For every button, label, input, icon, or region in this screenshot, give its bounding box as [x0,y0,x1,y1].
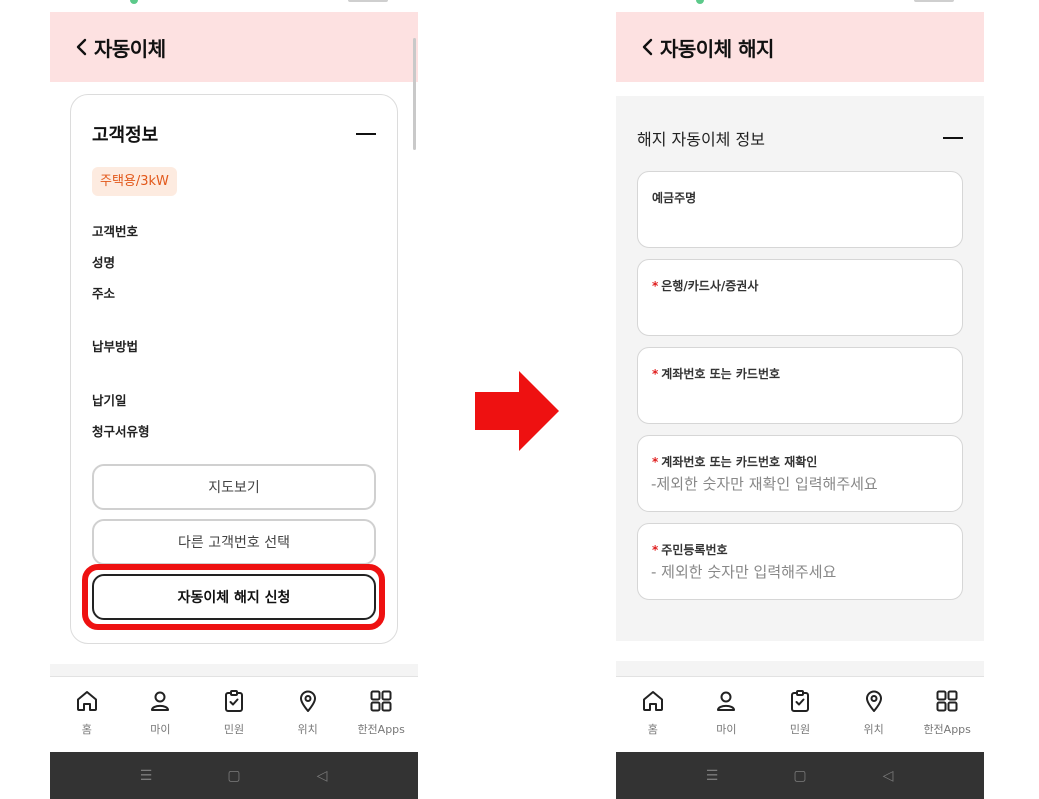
nav-label: 민원 [223,723,245,736]
nav-label: 홈 [81,723,92,736]
card-title: 고객정보 [92,125,159,146]
nav-location[interactable]: 위치 [271,677,345,752]
label-address: 주소 [92,286,116,301]
nav-label: 위치 [297,723,318,736]
recent-apps-icon[interactable]: ☰ [136,766,156,786]
left-screen: 자동이체 고객정보 주택용/3kW 고객번호 성명 주소 납부방법 납기일 청구… [50,0,418,799]
status-bar [616,0,984,12]
android-back-icon[interactable]: ◁ [312,766,332,786]
bottom-nav: 홈 마이 민원 위치 한전Apps [50,676,418,752]
usage-tag: 주택용/3kW [92,167,177,196]
auto-transfer-cancel-button[interactable]: 자동이체 해지 신청 [92,574,376,620]
map-view-button[interactable]: 지도보기 [92,464,376,510]
field-label: * 계좌번호 또는 카드번호 [652,367,781,381]
scrollbar[interactable] [413,38,416,150]
account-holder-input[interactable] [651,208,941,232]
label-name: 성명 [92,255,116,270]
field-label: * 주민등록번호 [652,543,728,557]
nav-complaint[interactable]: 민원 [197,677,271,752]
nav-apps[interactable]: 한전Apps [344,677,418,752]
content-gap [616,641,984,661]
required-mark: * [652,455,659,469]
nav-apps[interactable]: 한전Apps [910,677,984,752]
nav-label: 위치 [863,723,884,736]
nav-label: 홈 [647,723,658,736]
account-card-number-input[interactable] [651,384,941,408]
label-due-date: 납기일 [92,393,127,408]
recent-apps-icon[interactable]: ☰ [702,766,722,786]
android-nav-bar: ☰ ▢ ◁ [616,752,984,799]
clipboard-check-icon [222,689,246,713]
nav-label: 민원 [789,723,811,736]
android-back-icon[interactable]: ◁ [878,766,898,786]
page-title: 자동이체 [94,36,166,61]
status-indicator [696,0,704,4]
android-nav-bar: ☰ ▢ ◁ [50,752,418,799]
person-icon [714,689,738,713]
label-bill-type: 청구서유형 [92,424,150,439]
android-home-icon[interactable]: ▢ [790,766,810,786]
right-screen: 자동이체 해지 해지 자동이체 정보 예금주명 * 은행/카드사/증권사 * 계좌번… [616,0,984,799]
nav-complaint[interactable]: 민원 [763,677,837,752]
grid-apps-icon [935,689,959,713]
nav-location[interactable]: 위치 [837,677,911,752]
status-icons [914,0,954,2]
field-label: * 은행/카드사/증권사 [652,279,759,293]
nav-home[interactable]: 홈 [50,677,124,752]
app-header: 자동이체 [50,12,418,82]
section-title: 해지 자동이체 정보 [637,130,765,149]
bank-card-company-field[interactable]: * 은행/카드사/증권사 [637,259,963,336]
content-divider [616,661,984,676]
status-bar [50,0,418,12]
location-pin-icon [862,689,886,713]
account-card-number-confirm-input[interactable] [651,472,941,496]
status-icons [348,0,388,2]
transition-arrow-icon [475,371,559,451]
home-icon [641,689,665,713]
location-pin-icon [296,689,320,713]
collapse-icon[interactable] [356,133,376,135]
nav-label: 마이 [150,723,171,736]
status-indicator [130,0,138,4]
clipboard-check-icon [788,689,812,713]
account-holder-field[interactable]: 예금주명 [637,171,963,248]
bank-card-company-input[interactable] [651,296,941,320]
android-home-icon[interactable]: ▢ [224,766,244,786]
required-mark: * [652,367,659,381]
cancel-form-section: 해지 자동이체 정보 예금주명 * 은행/카드사/증권사 * 계좌번호 또는 카드번… [616,96,984,641]
page-title: 자동이체 해지 [660,36,774,61]
required-mark: * [652,279,659,293]
bottom-nav: 홈 마이 민원 위치 한전Apps [616,676,984,752]
label-payment-method: 납부방법 [92,339,139,354]
account-card-number-confirm-field[interactable]: * 계좌번호 또는 카드번호 재확인 [637,435,963,512]
customer-info-card: 고객정보 주택용/3kW 고객번호 성명 주소 납부방법 납기일 청구서유형 지… [70,94,398,644]
field-label: 예금주명 [652,191,697,205]
content-divider [50,664,418,676]
nav-home[interactable]: 홈 [616,677,690,752]
nav-label: 한전Apps [923,723,971,736]
back-icon[interactable] [72,38,90,56]
resident-number-input[interactable] [651,560,941,584]
field-label: * 계좌번호 또는 카드번호 재확인 [652,455,818,469]
nav-label: 한전Apps [357,723,405,736]
app-header: 자동이체 해지 [616,12,984,82]
person-icon [148,689,172,713]
home-icon [75,689,99,713]
resident-number-field[interactable]: * 주민등록번호 [637,523,963,600]
account-card-number-field[interactable]: * 계좌번호 또는 카드번호 [637,347,963,424]
nav-label: 마이 [716,723,737,736]
collapse-icon[interactable] [943,137,963,139]
nav-my[interactable]: 마이 [124,677,198,752]
required-mark: * [652,543,659,557]
back-icon[interactable] [638,38,656,56]
nav-my[interactable]: 마이 [690,677,764,752]
grid-apps-icon [369,689,393,713]
select-other-customer-button[interactable]: 다른 고객번호 선택 [92,519,376,565]
label-customer-number: 고객번호 [92,224,139,239]
